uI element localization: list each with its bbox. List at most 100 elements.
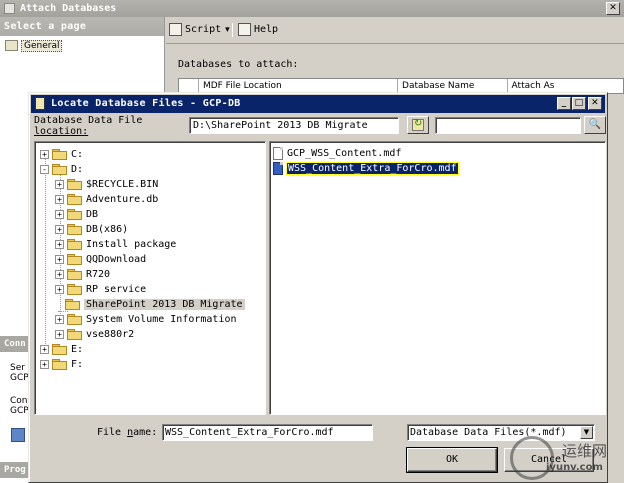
- grid-column-mdf-location[interactable]: MDF File Location: [199, 79, 399, 93]
- expand-icon[interactable]: +: [40, 345, 49, 354]
- file-type-select[interactable]: Database Data Files(*.mdf) ▼: [407, 424, 595, 441]
- tree-item-drive-c[interactable]: + C:: [40, 147, 83, 162]
- tree-item-label: F:: [71, 359, 84, 370]
- chevron-down-icon[interactable]: ▼: [580, 426, 593, 439]
- help-icon: [238, 23, 251, 36]
- grid-column-database-name[interactable]: Database Name: [398, 79, 508, 93]
- file-list-item[interactable]: GCP_WSS_Content.mdf: [273, 146, 401, 161]
- search-icon[interactable]: 🔍: [584, 116, 606, 134]
- folder-icon: [67, 224, 82, 235]
- tree-item-drive-f[interactable]: + F:: [40, 357, 83, 372]
- file-name: GCP_WSS_Content.mdf: [287, 148, 402, 159]
- location-path-input[interactable]: D:\SharePoint 2013 DB Migrate: [189, 117, 399, 134]
- tree-item-label: QQDownload: [86, 254, 147, 265]
- expand-icon[interactable]: +: [55, 195, 64, 204]
- tree-item-folder[interactable]: + DB: [55, 207, 98, 222]
- tree-item-folder[interactable]: + Adventure.db: [55, 192, 158, 207]
- expand-icon[interactable]: +: [40, 360, 49, 369]
- connection-label: Con: [10, 396, 28, 406]
- close-icon[interactable]: ✕: [606, 2, 620, 15]
- file-list-item-selected[interactable]: WSS_Content_Extra_ForCro.mdf: [273, 161, 459, 176]
- locate-database-files-dialog: Locate Database Files - GCP-DB _ □ ✕ Dat…: [28, 92, 608, 483]
- tree-item-folder[interactable]: + DB(x86): [55, 222, 128, 237]
- tree-item-label: C:: [71, 149, 84, 160]
- file-name-label: File name:: [97, 427, 157, 438]
- server-value: GCP: [10, 373, 29, 383]
- mdf-file-icon: [273, 162, 283, 175]
- expand-icon[interactable]: +: [55, 210, 64, 219]
- tree-item-label: R720: [86, 269, 111, 280]
- help-button[interactable]: Help: [238, 23, 278, 36]
- progress-header: Prog: [0, 462, 30, 478]
- tree-item-folder[interactable]: + Install package: [55, 237, 176, 252]
- ok-button[interactable]: OK: [406, 447, 498, 473]
- folder-icon: [67, 254, 82, 265]
- grid-column-attach-as[interactable]: Attach As: [508, 79, 623, 93]
- tree-item-folder[interactable]: + R720: [55, 267, 110, 282]
- close-icon[interactable]: ✕: [588, 97, 602, 110]
- expand-icon[interactable]: +: [55, 315, 64, 324]
- general-page-icon: [5, 40, 18, 51]
- tree-item-label: vse880r2: [86, 329, 135, 340]
- folder-icon: [65, 299, 80, 310]
- tree-item-selected-folder[interactable]: SharePoint 2013 DB Migrate: [55, 297, 245, 312]
- tree-item-label: D:: [71, 164, 84, 175]
- minimize-icon[interactable]: _: [557, 97, 571, 110]
- folder-icon: [67, 269, 82, 280]
- expand-icon[interactable]: +: [55, 240, 64, 249]
- toolbar: Script ▾ Help: [166, 17, 624, 43]
- tree-item-folder[interactable]: + System Volume Information: [55, 312, 237, 327]
- tree-item-label: RP service: [86, 284, 147, 295]
- refresh-button[interactable]: [407, 116, 429, 134]
- folder-icon: [52, 149, 67, 160]
- folder-icon: [67, 239, 82, 250]
- tree-item-folder[interactable]: + vse880r2: [55, 327, 134, 342]
- expand-icon[interactable]: +: [55, 225, 64, 234]
- file-list[interactable]: GCP_WSS_Content.mdf WSS_Content_Extra_Fo…: [269, 141, 606, 415]
- connection-header: Conn: [0, 336, 30, 352]
- toolbar-divider: [166, 43, 624, 44]
- folder-icon: [67, 209, 82, 220]
- file-name-label-part: ame:: [133, 427, 158, 438]
- file-name: WSS_Content_Extra_ForCro.mdf: [286, 162, 459, 175]
- page-item-general[interactable]: General: [5, 38, 63, 53]
- expand-icon[interactable]: +: [40, 150, 49, 159]
- tree-item-drive-d[interactable]: - D:: [40, 162, 83, 177]
- tree-item-folder[interactable]: + RP service: [55, 282, 146, 297]
- window-title: Attach Databases: [20, 3, 117, 14]
- folder-icon: [67, 194, 82, 205]
- folder-icon: [52, 164, 67, 175]
- window-icon: [4, 3, 15, 14]
- tree-item-label: DB(x86): [86, 224, 129, 235]
- expand-icon[interactable]: +: [55, 285, 64, 294]
- help-label: Help: [254, 24, 279, 35]
- search-input[interactable]: [435, 117, 581, 134]
- expand-icon[interactable]: +: [55, 255, 64, 264]
- folder-tree[interactable]: + C: - D: + $RECYCLE.BIN + Adventure.db …: [34, 141, 266, 415]
- maximize-icon[interactable]: □: [572, 97, 586, 110]
- select-page-header: Select a page: [0, 17, 164, 36]
- expand-icon[interactable]: +: [55, 330, 64, 339]
- folder-icon: [52, 344, 67, 355]
- tree-item-label: DB: [86, 209, 99, 220]
- connection-value: GCP: [10, 406, 29, 416]
- tree-item-folder[interactable]: + QQDownload: [55, 252, 146, 267]
- script-icon: [169, 23, 182, 36]
- view-connection-properties-icon[interactable]: [11, 428, 25, 442]
- script-button[interactable]: Script ▾: [169, 23, 230, 36]
- cancel-button[interactable]: Cancel: [504, 448, 594, 472]
- tree-item-folder[interactable]: + $RECYCLE.BIN: [55, 177, 158, 192]
- dialog-title: Locate Database Files - GCP-DB: [51, 98, 241, 109]
- file-type-value: Database Data Files(*.mdf): [410, 427, 567, 438]
- tree-item-drive-e[interactable]: + E:: [40, 342, 83, 357]
- expand-icon[interactable]: +: [55, 180, 64, 189]
- chevron-down-icon[interactable]: ▾: [225, 25, 230, 35]
- folder-icon: [67, 284, 82, 295]
- page-item-label: General: [21, 39, 63, 52]
- file-name-input[interactable]: WSS_Content_Extra_ForCro.mdf: [162, 424, 373, 441]
- attach-databases-titlebar: Attach Databases ✕: [0, 0, 624, 17]
- collapse-icon[interactable]: -: [40, 165, 49, 174]
- tree-item-label: SharePoint 2013 DB Migrate: [84, 299, 245, 310]
- tree-item-label: $RECYCLE.BIN: [86, 179, 159, 190]
- expand-icon[interactable]: +: [55, 270, 64, 279]
